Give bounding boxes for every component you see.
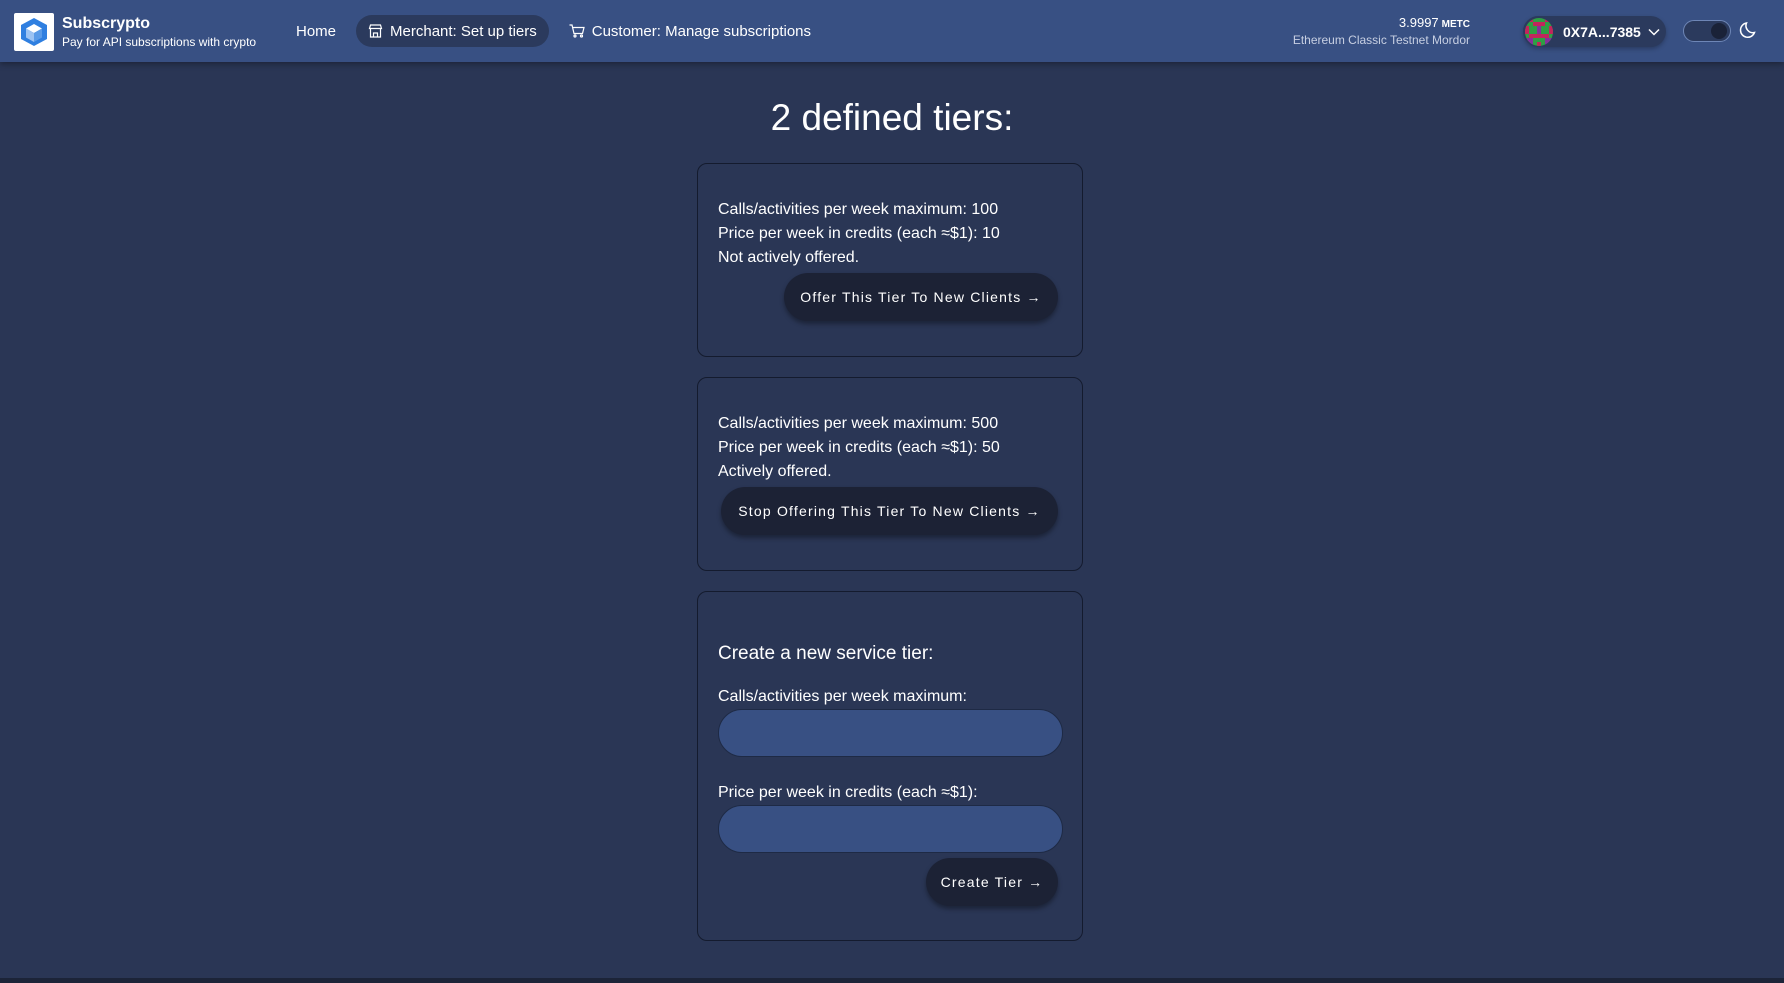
subscrypto-logo-icon	[14, 13, 54, 51]
brand[interactable]: Subscrypto Pay for API subscriptions wit…	[14, 13, 256, 51]
wallet-balance: 3.9997 METC Ethereum Classic Testnet Mord…	[1293, 14, 1470, 48]
theme-toggle[interactable]	[1683, 20, 1731, 42]
top-nav-bar: Subscrypto Pay for API subscriptions wit…	[0, 0, 1784, 62]
nav-merchant-setup-tiers[interactable]: Merchant: Set up tiers	[356, 15, 549, 47]
chevron-down-icon	[1648, 28, 1660, 36]
wallet-address: 0X7A...7385	[1563, 23, 1641, 40]
nav-home[interactable]: Home	[284, 15, 348, 47]
balance-amount: 3.9997	[1398, 15, 1439, 30]
create-tier-title: Create a new service tier:	[718, 643, 934, 664]
create-tier-card: Create a new service tier: Calls/activit…	[697, 591, 1083, 941]
price-input[interactable]	[718, 805, 1063, 853]
nav-customer-manage-subscriptions[interactable]: Customer: Manage subscriptions	[557, 15, 823, 47]
tier-price: Price per week in credits (each ≈$1): 50	[718, 439, 1000, 456]
tier-card: Calls/activities per week maximum: 500 P…	[697, 377, 1083, 571]
avatar	[1525, 17, 1553, 46]
tier-calls-max: Calls/activities per week maximum: 500	[718, 415, 999, 432]
tier-status: Not actively offered.	[718, 249, 860, 266]
moon-icon[interactable]	[1739, 20, 1759, 40]
tier-price: Price per week in credits (each ≈$1): 10	[718, 225, 1000, 242]
tier-card: Calls/activities per week maximum: 100 P…	[697, 163, 1083, 357]
calls-max-label: Calls/activities per week maximum:	[718, 688, 967, 705]
nav-merchant-label: Merchant: Set up tiers	[390, 22, 537, 40]
shopping-cart-icon	[569, 24, 585, 38]
balance-unit: METC	[1441, 19, 1470, 30]
network-name: Ethereum Classic Testnet Mordor	[1292, 33, 1470, 47]
nav-home-label: Home	[296, 22, 337, 40]
nav-customer-label: Customer: Manage subscriptions	[591, 22, 812, 40]
storefront-icon	[368, 24, 383, 38]
wallet-account-button[interactable]: 0X7A...7385	[1523, 16, 1666, 47]
main-nav: Home Merchant: Set up tiers Customer: Ma…	[284, 15, 823, 47]
price-label: Price per week in credits (each ≈$1):	[718, 784, 978, 801]
tier-status: Actively offered.	[718, 463, 832, 480]
calls-max-input[interactable]	[718, 709, 1063, 757]
toggle-knob	[1711, 23, 1727, 39]
stop-offering-tier-button[interactable]: Stop Offering This Tier To New Clients →	[721, 487, 1058, 535]
create-tier-button[interactable]: Create Tier →	[926, 858, 1058, 906]
brand-title: Subscrypto	[62, 15, 151, 32]
footer-divider	[0, 978, 1784, 983]
offer-tier-button[interactable]: Offer This Tier To New Clients →	[784, 273, 1058, 321]
page-title: 2 defined tiers:	[770, 97, 1014, 138]
tier-calls-max: Calls/activities per week maximum: 100	[718, 201, 999, 218]
brand-subtitle: Pay for API subscriptions with crypto	[62, 35, 257, 49]
